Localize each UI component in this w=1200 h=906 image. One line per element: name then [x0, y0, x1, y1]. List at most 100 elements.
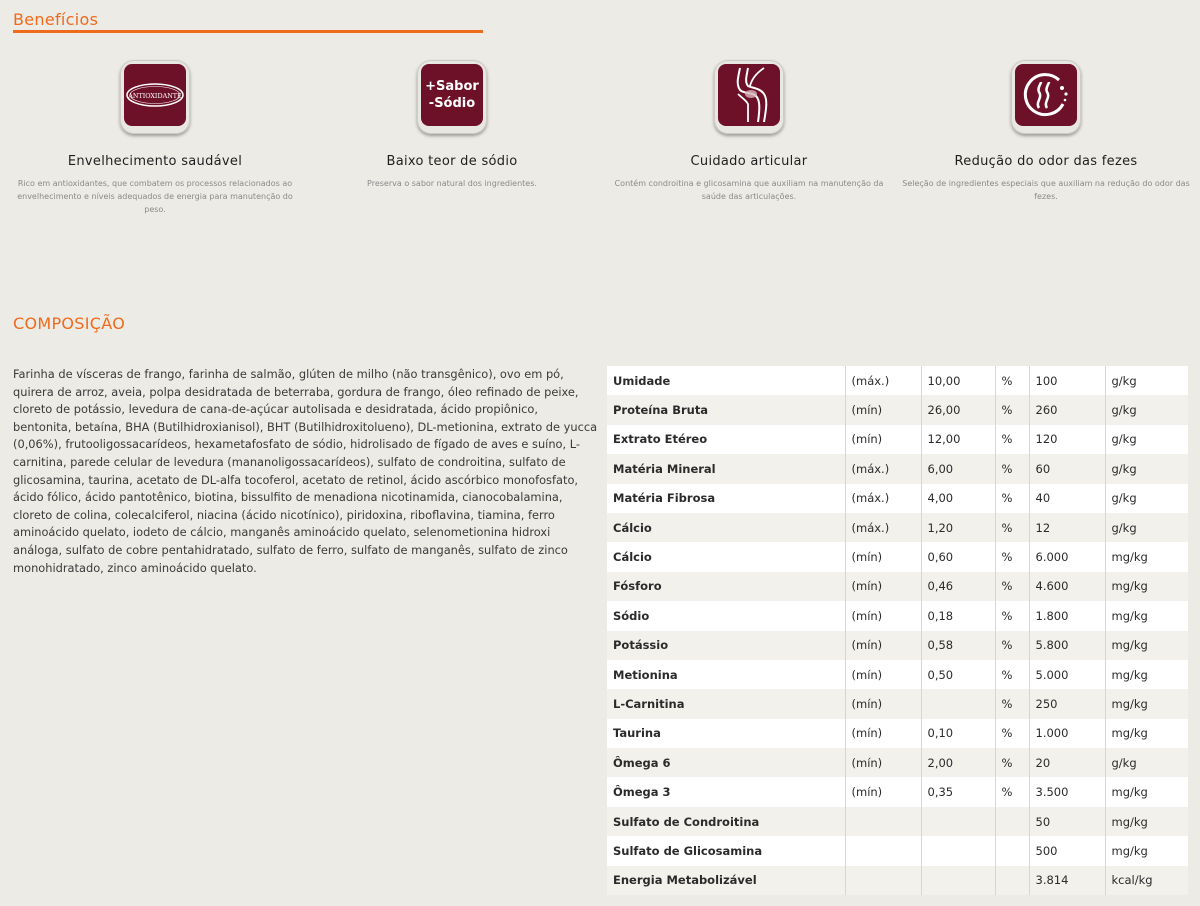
benefit-envelhecimento: ANTIOXIDANTE Envelhecimento saudável Ric…: [5, 60, 305, 216]
benefit-articular: Cuidado articular Contém condroitina e g…: [599, 60, 899, 203]
nutrient-name: Extrato Etéreo: [607, 424, 846, 455]
table-row: Matéria Fibrosa (máx.) 4,00% 40 g/kg: [607, 483, 1188, 513]
nutrient-qualifier: (mín): [845, 659, 922, 690]
antioxidante-icon: ANTIOXIDANTE: [124, 64, 186, 126]
nutrient-converted-value: 1.000: [1029, 718, 1106, 749]
nutrient-unit: mg/kg: [1105, 659, 1188, 690]
nutrient-name: Taurina: [607, 718, 846, 749]
nutrient-unit: mg/kg: [1105, 689, 1188, 719]
percent-sign: [995, 836, 1030, 866]
percent-sign: [995, 865, 1030, 896]
composicao-title: COMPOSIÇÃO: [13, 314, 126, 333]
table-row: Energia Metabolizável 3.814 kcal/kg: [607, 865, 1188, 896]
nutrient-qualifier: (mín): [845, 748, 922, 778]
nutrient-percent-value: 6,00: [921, 454, 996, 484]
nutrient-percent-value: 2,00: [921, 748, 996, 778]
nutrient-name: Cálcio: [607, 512, 846, 543]
nutrient-percent-value: [921, 865, 996, 896]
nutrient-name: Umidade: [607, 366, 846, 396]
nutrient-qualifier: (máx.): [845, 483, 922, 513]
nutrient-name: Proteína Bruta: [607, 395, 846, 425]
nutrient-percent-value: 1,20: [921, 512, 996, 543]
nutrient-converted-value: 6.000: [1029, 542, 1106, 572]
nutrient-name: Ômega 6: [607, 748, 846, 778]
nutrient-percent-value: 12,00: [921, 424, 996, 455]
odor-icon: [1015, 64, 1077, 126]
benefit-title: Envelhecimento saudável: [67, 154, 243, 169]
nutrient-qualifier: (mín): [845, 718, 922, 749]
nutrient-unit: mg/kg: [1105, 630, 1188, 660]
table-row: Ômega 3 (mín) 0,35% 3.500 mg/kg: [607, 777, 1188, 807]
nutrient-percent-value: 0,18: [921, 601, 996, 631]
table-row: Sódio (mín) 0,18% 1.800 mg/kg: [607, 601, 1188, 631]
table-row: Sulfato de Glicosamina 500 mg/kg: [607, 836, 1188, 866]
nutrient-qualifier: (mín): [845, 777, 922, 807]
table-row: Cálcio (mín) 0,60% 6.000 mg/kg: [607, 542, 1188, 572]
nutrient-percent-value: 0,60: [921, 542, 996, 572]
percent-sign: %: [995, 366, 1030, 396]
nutrient-qualifier: (máx.): [845, 454, 922, 484]
nutrient-name: Sódio: [607, 601, 846, 631]
nutrient-unit: mg/kg: [1105, 777, 1188, 807]
percent-sign: %: [995, 424, 1030, 455]
beneficios-underline: [13, 30, 483, 33]
benefit-desc: Preserva o sabor natural dos ingrediente…: [367, 179, 537, 188]
nutrient-percent-value: 0,46: [921, 571, 996, 602]
percent-sign: %: [995, 483, 1030, 513]
table-row: L-Carnitina (mín)% 250 mg/kg: [607, 689, 1188, 719]
percent-sign: %: [995, 689, 1030, 719]
nutrition-table: Umidade (máx.) 10,00% 100 g/kg Proteína Bruta…: [607, 366, 1188, 896]
nutrient-unit: mg/kg: [1105, 806, 1188, 837]
nutrient-percent-value: [921, 806, 996, 837]
table-row: Matéria Mineral (máx.) 6,00% 60 g/kg: [607, 454, 1188, 484]
nutrient-converted-value: 260: [1029, 395, 1106, 425]
nutrient-percent-value: 0,50: [921, 659, 996, 690]
nutrient-converted-value: 60: [1029, 454, 1106, 484]
nutrient-qualifier: [845, 865, 922, 896]
nutrient-unit: mg/kg: [1105, 836, 1188, 866]
table-row: Extrato Etéreo (mín) 12,00% 120 g/kg: [607, 424, 1188, 455]
joint-icon-box: [714, 60, 784, 134]
benefit-sodio: +Sabor -Sódio Baixo teor de sódio Preser…: [302, 60, 602, 190]
nutrient-qualifier: (mín): [845, 689, 922, 719]
nutrient-qualifier: (mín): [845, 601, 922, 631]
nutrient-converted-value: 4.600: [1029, 571, 1106, 602]
percent-sign: %: [995, 395, 1030, 425]
nutrient-qualifier: (máx.): [845, 512, 922, 543]
nutrient-name: Potássio: [607, 630, 846, 660]
nutrient-converted-value: 5.800: [1029, 630, 1106, 660]
percent-sign: [995, 806, 1030, 837]
composicao-text: Farinha de vísceras de frango, farinha d…: [13, 367, 598, 575]
table-row: Umidade (máx.) 10,00% 100 g/kg: [607, 366, 1188, 396]
nutrient-converted-value: 3.500: [1029, 777, 1106, 807]
percent-sign: %: [995, 571, 1030, 602]
percent-sign: %: [995, 512, 1030, 543]
benefit-desc: Rico em antioxidantes, que combatem os p…: [17, 179, 293, 214]
nutrient-name: L-Carnitina: [607, 689, 846, 719]
nutrient-name: Matéria Fibrosa: [607, 483, 846, 513]
table-row: Ômega 6 (mín) 2,00% 20 g/kg: [607, 748, 1188, 778]
nutrient-percent-value: [921, 836, 996, 866]
nutrient-qualifier: (mín): [845, 424, 922, 455]
nutrient-unit: mg/kg: [1105, 718, 1188, 749]
table-row: Taurina (mín) 0,10% 1.000 mg/kg: [607, 718, 1188, 749]
table-row: Cálcio (máx.) 1,20% 12 g/kg: [607, 512, 1188, 543]
nutrient-converted-value: 1.800: [1029, 601, 1106, 631]
table-row: Metionina (mín) 0,50% 5.000 mg/kg: [607, 659, 1188, 690]
percent-sign: %: [995, 777, 1030, 807]
nutrient-unit: kcal/kg: [1105, 865, 1188, 896]
percent-sign: %: [995, 718, 1030, 749]
percent-sign: %: [995, 630, 1030, 660]
nutrient-converted-value: 12: [1029, 512, 1106, 543]
antioxidante-icon-box: ANTIOXIDANTE: [120, 60, 190, 134]
nutrient-name: Metionina: [607, 659, 846, 690]
percent-sign: %: [995, 748, 1030, 778]
benefit-title: Baixo teor de sódio: [386, 154, 518, 169]
nutrient-unit: mg/kg: [1105, 571, 1188, 602]
nutrient-name: Energia Metabolizável: [607, 865, 846, 896]
sabor-sodio-icon-box: +Sabor -Sódio: [417, 60, 487, 134]
odor-icon-box: [1011, 60, 1081, 134]
percent-sign: %: [995, 601, 1030, 631]
nutrient-percent-value: [921, 689, 996, 719]
sabor-sodio-icon: +Sabor -Sódio: [421, 64, 483, 126]
